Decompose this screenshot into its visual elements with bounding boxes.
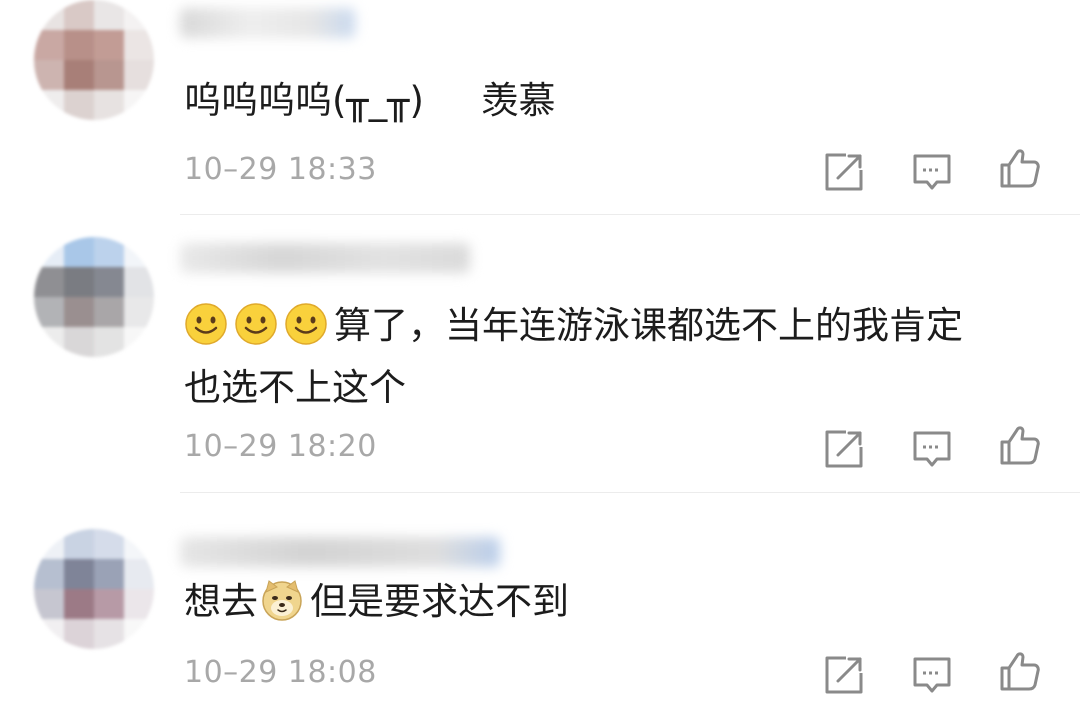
smile-emoji: [285, 303, 327, 345]
thumbs-up-icon[interactable]: [998, 146, 1042, 190]
timestamp: 10–29 18:08: [184, 655, 377, 690]
comment-text-part: 羡慕: [481, 79, 556, 122]
timestamp: 10–29 18:20: [184, 429, 377, 464]
avatar[interactable]: [34, 0, 154, 120]
comment-text: 算了，当年连游泳课都选不上的我肯定 也选不上这个: [184, 295, 963, 419]
share-icon[interactable]: [822, 150, 866, 194]
share-icon[interactable]: [822, 653, 866, 697]
comment-item: 算了，当年连游泳课都选不上的我肯定 也选不上这个 10–29 18:20: [0, 215, 1080, 491]
comment-item: 想去 但是要求达不到 10–29 18:08: [0, 493, 1080, 714]
timestamp: 10–29 18:33: [184, 152, 377, 187]
comment-text: 呜呜呜呜(╥_╥) 羡慕: [184, 70, 555, 132]
thumbs-up-icon[interactable]: [998, 649, 1042, 693]
avatar[interactable]: [34, 529, 154, 649]
comment-text: 想去 但是要求达不到: [184, 571, 569, 633]
share-icon[interactable]: [822, 427, 866, 471]
comment-text-line: 算了，当年连游泳课都选不上的我肯定: [334, 304, 963, 347]
comment-item: 呜呜呜呜(╥_╥) 羡慕 10–29 18:33: [0, 0, 1080, 214]
comment-line: 算了，当年连游泳课都选不上的我肯定: [184, 295, 963, 357]
comment-text-part: 呜呜呜呜(╥_╥): [184, 79, 424, 122]
username-blurred[interactable]: [180, 243, 470, 273]
comment-text-part: 但是要求达不到: [310, 580, 569, 623]
doge-emoji: [262, 580, 302, 621]
comment-icon[interactable]: [910, 427, 954, 471]
comment-text-line: 也选不上这个: [184, 366, 406, 409]
smile-emoji: [235, 303, 277, 345]
thumbs-up-icon[interactable]: [998, 423, 1042, 467]
comment-icon[interactable]: [910, 150, 954, 194]
username-blurred[interactable]: [180, 537, 500, 567]
username-blurred[interactable]: [180, 8, 355, 38]
comment-text-part: 想去: [184, 580, 258, 623]
smile-emoji: [185, 303, 227, 345]
comment-icon[interactable]: [910, 653, 954, 697]
avatar[interactable]: [34, 237, 154, 357]
